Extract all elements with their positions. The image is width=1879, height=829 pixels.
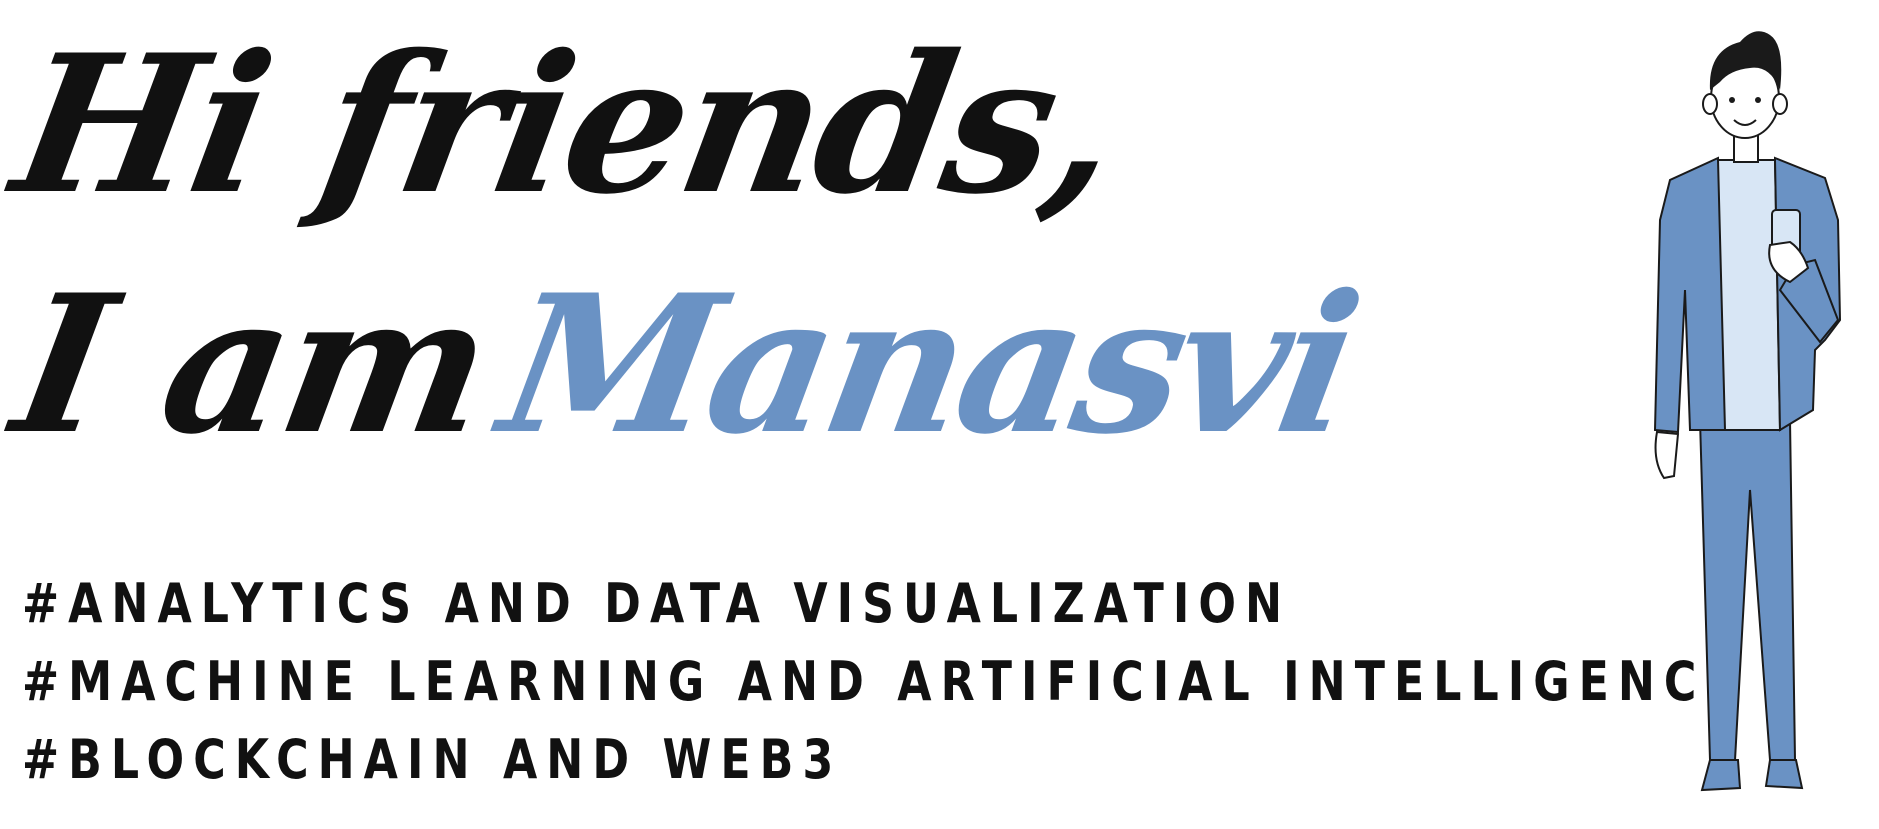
right-shoe-shape [1764, 759, 1804, 790]
left-shoe-shape [1700, 759, 1742, 792]
hashtag-machine-learning: #MACHINE LEARNING AND ARTIFICIAL INTELLI… [22, 650, 1745, 713]
greeting-name: Manasvi [487, 253, 1370, 476]
right-eye-shape [1755, 97, 1761, 103]
left-eye-shape [1729, 97, 1735, 103]
left-hand-shape [1654, 430, 1680, 480]
greeting-prefix: I am [0, 253, 503, 476]
person-with-phone-illustration [1630, 20, 1870, 820]
greeting-heading: Hi friends, I amManasvi [0, 10, 1369, 510]
jacket-left-shape [1653, 156, 1727, 434]
left-ear-shape [1702, 93, 1718, 115]
person-illustration-svg [1653, 31, 1842, 792]
hashtag-list: #ANALYTICS AND DATA VISUALIZATION #MACHI… [22, 565, 1745, 799]
greeting-line-1: Hi friends, [0, 13, 1133, 236]
trousers-shape [1698, 419, 1797, 761]
hashtag-blockchain: #BLOCKCHAIN AND WEB3 [22, 728, 843, 791]
right-ear-shape [1772, 93, 1788, 115]
greeting-line-2: I amManasvi [0, 253, 1369, 476]
hashtag-analytics: #ANALYTICS AND DATA VISUALIZATION [22, 572, 1292, 635]
